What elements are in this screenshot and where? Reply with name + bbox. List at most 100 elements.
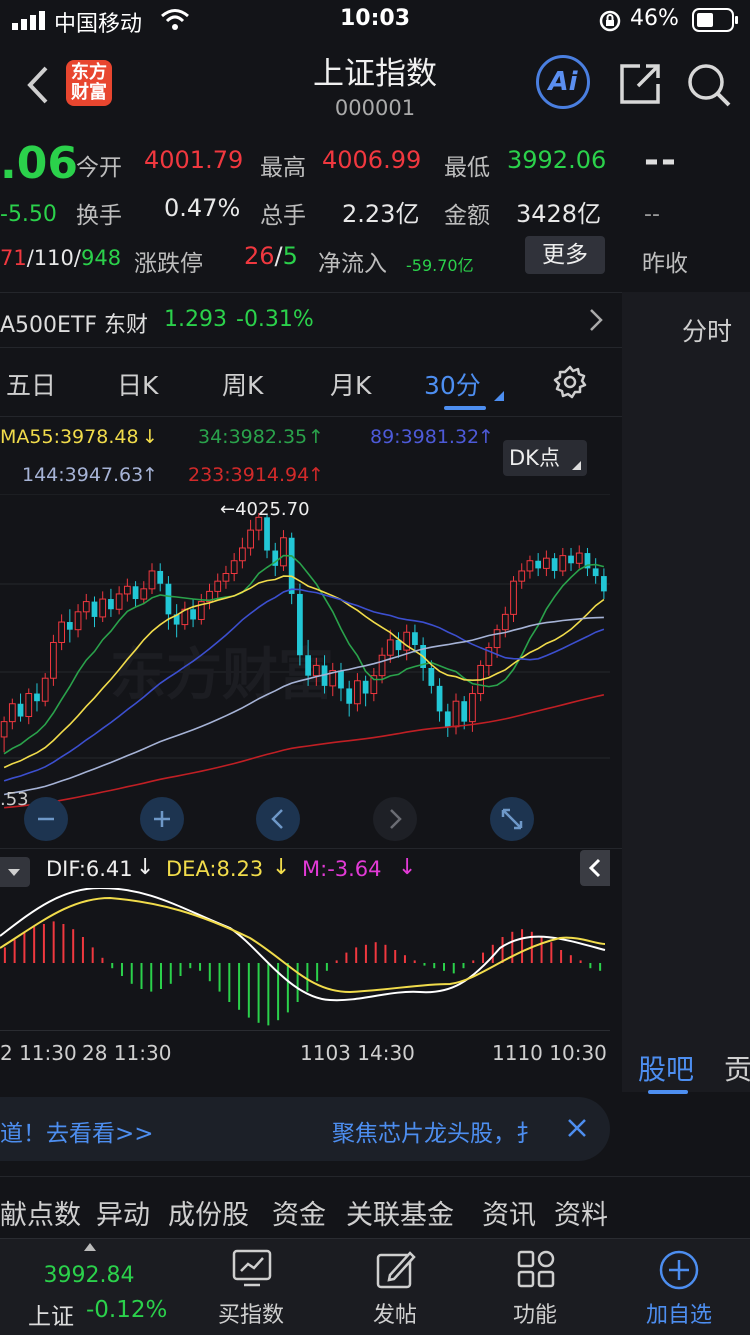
- turnover-label: 换手: [76, 203, 122, 229]
- volume-value: 2.23亿: [342, 200, 420, 228]
- dk-label: DK点: [509, 446, 560, 470]
- dk-point-button[interactable]: DK点: [503, 440, 587, 476]
- scroll-right-button[interactable]: [373, 797, 417, 841]
- share-icon[interactable]: [618, 62, 662, 110]
- etf-name: A500ETF 东财: [0, 313, 149, 338]
- tab-30min[interactable]: 30分: [424, 366, 481, 402]
- chevron-right-icon: [588, 307, 604, 337]
- battery-percent: 46%: [630, 6, 679, 31]
- tab-gong[interactable]: 贡: [724, 1048, 750, 1088]
- index-value: 3992.84: [43, 1263, 135, 1288]
- grid-apps-icon: [517, 1250, 555, 1288]
- ai-button[interactable]: Ai: [536, 55, 590, 109]
- tab-month-k[interactable]: 月K: [330, 366, 371, 402]
- collapse-panel-button[interactable]: [580, 850, 610, 886]
- tab-related-funds[interactable]: 关联基金: [346, 1193, 454, 1232]
- tab-week-k[interactable]: 周K: [222, 366, 263, 402]
- candle-body: [34, 693, 40, 702]
- macd-bars: [3, 921, 602, 1026]
- candle-body: [526, 560, 534, 572]
- limit-up-count: 26: [244, 242, 275, 270]
- dif-arrow-icon: ↓: [136, 855, 155, 880]
- battery-icon: [692, 8, 740, 38]
- candle-body: [362, 680, 369, 694]
- functions-button[interactable]: 功能: [460, 1239, 610, 1335]
- decline-count: 948: [80, 246, 122, 270]
- candle-body: [25, 693, 33, 718]
- high-label: 最高: [260, 155, 306, 181]
- buy-index-label: 买指数: [217, 1303, 284, 1328]
- ai-label: Ai: [548, 67, 578, 97]
- period-tabs: 五日 日K 周K 月K 30分: [0, 348, 622, 417]
- zoom-in-button[interactable]: [140, 797, 184, 841]
- m-arrow-icon: ↓: [398, 855, 417, 880]
- banner-left-text[interactable]: 道！去看看>>: [0, 1114, 154, 1148]
- candle-body: [535, 560, 542, 569]
- candle-body: [140, 588, 148, 600]
- tab-five-day[interactable]: 五日: [6, 366, 56, 402]
- candle-body: [346, 688, 353, 704]
- prev-close-sub: --: [644, 202, 660, 227]
- tab-constituents[interactable]: 成份股: [168, 1193, 249, 1232]
- scroll-left-button[interactable]: [256, 797, 300, 841]
- tab-day-k[interactable]: 日K: [117, 366, 158, 402]
- bottom-nav: 3992.84 上证 -0.12% 买指数 发帖 功能 加自选: [0, 1238, 750, 1335]
- search-icon[interactable]: [686, 62, 732, 112]
- kline-chart[interactable]: 东方财富 ←4025.70 .53: [0, 494, 622, 848]
- volume-label: 总手: [260, 203, 306, 229]
- candle-body: [305, 655, 311, 676]
- top-nav: 东方 财富 上证指数 000001 Ai: [0, 40, 750, 132]
- tab-fenshi[interactable]: 分时: [682, 312, 732, 348]
- close-icon[interactable]: [566, 1117, 588, 1143]
- candle-body: [559, 555, 567, 572]
- etf-price: 1.293: [164, 307, 227, 332]
- candle-body: [378, 654, 386, 677]
- buy-index-button[interactable]: 买指数: [176, 1239, 326, 1335]
- side-panel: 分时: [622, 292, 750, 1092]
- guba-tab-underline: [648, 1090, 688, 1094]
- chart-grid: [0, 494, 610, 759]
- index-change: -0.12%: [86, 1297, 168, 1323]
- candle-body: [108, 599, 114, 610]
- candle-body: [601, 576, 607, 592]
- ma89-arrow-icon: ↑: [478, 426, 494, 448]
- tab-contribution[interactable]: 献点数: [0, 1193, 81, 1232]
- ma144-label: 144:3947.63: [22, 464, 144, 486]
- related-etf-row[interactable]: A500ETF 东财 1.293 -0.31%: [0, 292, 622, 348]
- tab-capital[interactable]: 资金: [272, 1193, 326, 1232]
- candle-body: [501, 613, 509, 631]
- candle-body: [0, 721, 8, 738]
- turnover-value: 0.47%: [164, 194, 241, 222]
- macd-legend: DIF:6.41 ↓ DEA:8.23 ↓ M:-3.64 ↓: [0, 848, 622, 889]
- candle-body: [123, 585, 131, 595]
- last-price: .06: [0, 138, 78, 189]
- edit-icon: [376, 1251, 416, 1289]
- candle-body: [41, 677, 49, 702]
- candle-body: [452, 700, 460, 728]
- ma-legend: MA55:3978.48 ↓ 34:3982.35 ↑ 89:3981.32 ↑…: [0, 420, 622, 494]
- candle-body: [297, 593, 303, 656]
- banner-right-text[interactable]: 聚焦芯片龙头股，扌: [332, 1114, 554, 1148]
- candle-body: [288, 537, 295, 594]
- fullscreen-button[interactable]: [490, 797, 534, 841]
- candle-body: [469, 693, 476, 723]
- post-label: 发帖: [372, 1303, 417, 1328]
- quote-panel: .06 -5.50 今开 4001.79 最高 4006.99 最低 3992.…: [0, 132, 750, 292]
- zoom-out-button[interactable]: [24, 797, 68, 841]
- index-switcher[interactable]: 3992.84 上证 -0.12%: [14, 1239, 168, 1335]
- post-button[interactable]: 发帖: [320, 1239, 470, 1335]
- tab-profile[interactable]: 资料: [554, 1193, 608, 1232]
- promo-banner[interactable]: 道！去看看>> 聚焦芯片龙头股，扌: [0, 1097, 610, 1161]
- functions-label: 功能: [512, 1303, 557, 1328]
- tab-guba[interactable]: 股吧: [638, 1048, 694, 1088]
- tab-movement[interactable]: 异动: [96, 1193, 150, 1232]
- tab-news[interactable]: 资讯: [482, 1193, 536, 1232]
- more-button[interactable]: 更多: [525, 236, 605, 274]
- add-favorite-button[interactable]: 加自选: [604, 1239, 750, 1335]
- indicator-selector[interactable]: [0, 857, 30, 887]
- signal-icon: [12, 10, 48, 36]
- candle-body: [82, 601, 90, 613]
- settings-gear-icon[interactable]: [552, 364, 588, 404]
- feature-tabs: 献点数 异动 成份股 资金 关联基金 资讯 资料: [0, 1176, 750, 1243]
- ma233-arrow-icon: ↑: [308, 464, 324, 486]
